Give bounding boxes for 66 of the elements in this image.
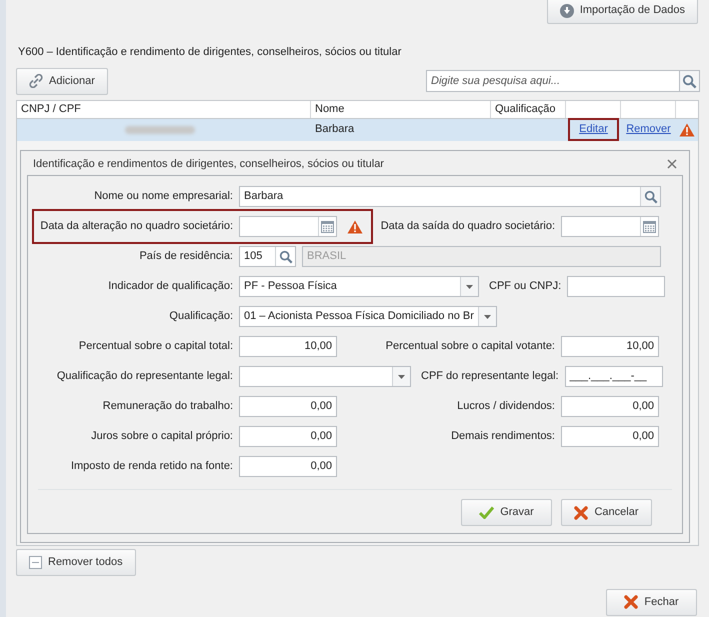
field-label: Qualificação: [168, 309, 233, 324]
amount-field[interactable]: 0,00 [561, 396, 659, 417]
calendar-icon [643, 220, 656, 233]
search-button[interactable] [680, 70, 700, 92]
date-field[interactable] [239, 216, 337, 237]
amount-field[interactable]: 0,00 [239, 426, 337, 447]
search-icon [278, 250, 292, 264]
close-button[interactable]: Fechar [606, 588, 697, 616]
field-label: Nome ou nome empresarial: [93, 189, 233, 204]
checkmark-icon [479, 506, 494, 519]
field-label: CPF ou CNPJ: [489, 279, 562, 294]
field-label: CPF do representante legal: [421, 369, 559, 384]
cancel-button[interactable]: Cancelar [561, 499, 652, 526]
redacted-value [125, 126, 195, 134]
field-label: Remuneração do trabalho: [102, 399, 233, 414]
search-icon [644, 190, 658, 204]
field-label: Indicador de qualificação: [107, 279, 233, 294]
table-row[interactable]: Barbara Editar Remover [17, 118, 698, 140]
amount-field[interactable]: 0,00 [239, 396, 337, 417]
name-field[interactable]: Barbara [239, 186, 661, 207]
field-label: Lucros / dividendos: [457, 399, 555, 414]
amount-field[interactable]: 0,00 [239, 456, 337, 477]
field-label: Qualificação do representante legal: [56, 369, 233, 384]
field-label: Demais rendimentos: [451, 429, 555, 444]
caret-icon [484, 314, 491, 318]
table-cell-text: Barbara [314, 122, 356, 138]
minus-square-icon [29, 556, 42, 568]
search-icon [682, 74, 697, 88]
section-title: Y600 – Identificação e rendimento de dirigentes, conselheiros, sócios ou titular [17, 45, 402, 60]
close-button[interactable] [667, 159, 677, 169]
column-header[interactable]: Nome [311, 100, 491, 118]
field-label: Juros sobre o capital próprio: [90, 429, 233, 444]
dropdown[interactable] [239, 366, 411, 387]
close-icon [624, 595, 638, 609]
field-label: País de residência: [138, 249, 233, 264]
date-field[interactable] [561, 216, 659, 237]
amount-field[interactable]: 10,00 [561, 336, 659, 357]
warning-icon [679, 122, 695, 136]
import-data-button[interactable]: Importação de Dados [546, 0, 698, 24]
field-label: Percentual sobre o capital votante: [386, 339, 555, 354]
save-button[interactable]: Gravar [461, 499, 552, 526]
dialog-title: Identificação e rendimentos de dirigentes, conselheiros, sócios ou titular [33, 156, 384, 172]
close-icon [667, 159, 677, 169]
caret-icon [466, 284, 473, 288]
row-link[interactable]: Editar [568, 118, 619, 141]
close-icon [574, 506, 588, 520]
text-field[interactable] [567, 276, 666, 297]
calendar-icon [321, 220, 334, 233]
add-button[interactable]: Adicionar [16, 68, 108, 94]
field-label: Data da saída do quadro societário: [380, 219, 555, 234]
amount-field[interactable]: 0,00 [561, 426, 659, 447]
field-label: Imposto de renda retido na fonte: [70, 459, 233, 474]
remove-all-button[interactable]: Remover todos [16, 548, 136, 576]
column-header[interactable]: Qualificação [491, 100, 566, 118]
download-icon [560, 4, 574, 18]
text-field[interactable]: ___.___.___-__ [564, 366, 663, 387]
caret-icon [398, 374, 405, 378]
column-header[interactable]: CNPJ / CPF [17, 100, 311, 118]
warning-icon [347, 220, 363, 234]
dropdown[interactable]: PF - Pessoa Física [239, 276, 479, 297]
link-icon [29, 74, 43, 88]
search-field[interactable]: Digite sua pesquisa aqui... [426, 70, 680, 92]
dropdown[interactable]: 01 – Acionista Pessoa Física Domiciliado no Br [239, 306, 497, 327]
field-label: Data da alteração no quadro societário: [39, 219, 233, 234]
amount-field[interactable]: 10,00 [239, 336, 337, 357]
field-label: Percentual sobre o capital total: [78, 339, 233, 354]
